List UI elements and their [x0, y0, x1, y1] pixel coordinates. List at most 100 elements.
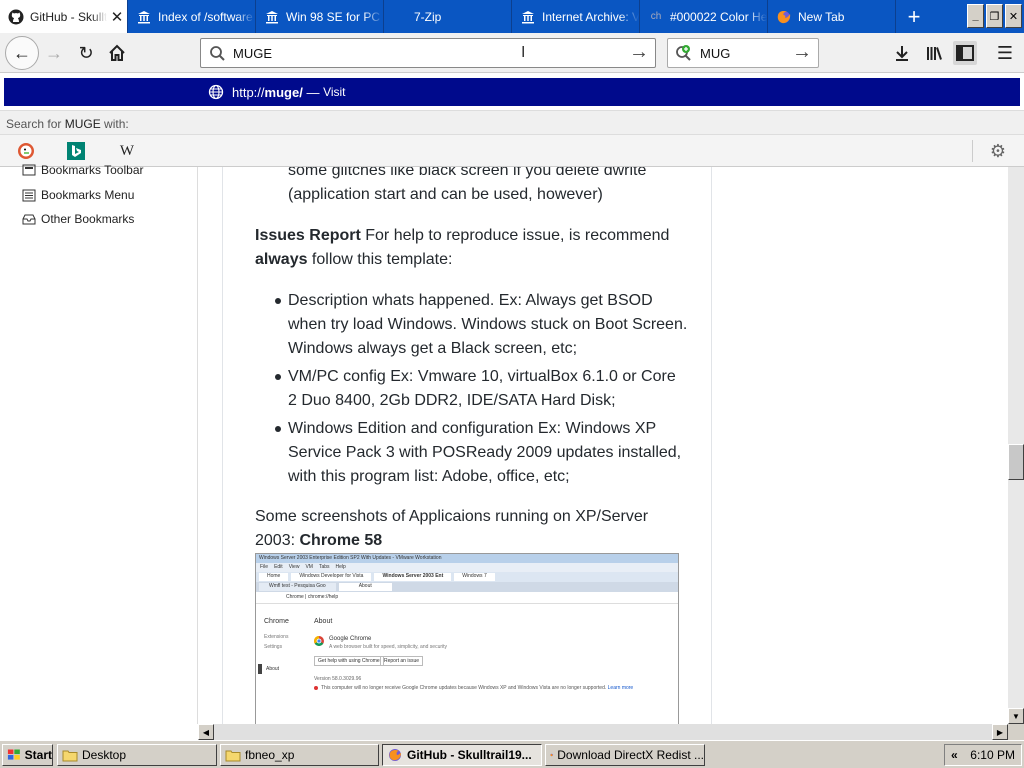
chrome-version: Version 58.0.3029.96: [314, 676, 362, 682]
taskbar-item-github[interactable]: GitHub - Skulltrail19...: [382, 744, 542, 766]
visit-separator: —: [302, 84, 324, 100]
browser-icon: [389, 749, 401, 761]
sidebar-item-bookmarks-menu[interactable]: Bookmarks Menu: [22, 188, 134, 202]
chrome-left-item: Extensions: [264, 634, 289, 640]
scroll-down-button[interactable]: ▼: [1008, 708, 1024, 724]
visit-url-prefix: http://: [232, 84, 265, 100]
globe-icon: [208, 84, 224, 100]
duckduckgo-icon[interactable]: [17, 142, 35, 160]
scroll-thumb[interactable]: [1008, 444, 1024, 480]
tab-label: GitHub - Skulltrail19: [30, 9, 107, 24]
search-input-value[interactable]: MUG: [700, 46, 730, 61]
tab-label: New Tab: [798, 9, 845, 24]
chrome-left-item: Settings: [264, 644, 283, 650]
restore-button[interactable]: ❐: [986, 4, 1003, 28]
dropdown-visit-row[interactable]: http://muge/ — Visit: [4, 78, 1020, 106]
plus-icon: +: [907, 3, 921, 29]
divider: [972, 140, 973, 162]
search-settings-gear-icon[interactable]: ⚙: [989, 141, 1007, 161]
home-button[interactable]: [105, 41, 129, 65]
window-controls: _ ❐ ✕: [967, 4, 1024, 28]
wikipedia-icon[interactable]: W: [118, 142, 136, 160]
go-arrow-icon[interactable]: →: [792, 41, 812, 64]
tab-new-tab[interactable]: New Tab: [768, 0, 896, 33]
archive-icon: [520, 9, 536, 25]
chrome-screenshot-image[interactable]: Windows Server 2003 Enterprise Edition S…: [255, 553, 679, 724]
vm-menu: Help: [335, 564, 346, 570]
minimize-button[interactable]: _: [967, 4, 984, 28]
sidebar-toggle-button[interactable]: [953, 41, 977, 65]
horizontal-scrollbar[interactable]: ◀ ▶: [198, 724, 1008, 740]
close-icon[interactable]: ✕: [107, 8, 127, 26]
nav-bar: ← → ↻ MUGE I → MUG → ☰: [0, 33, 1024, 73]
url-bar[interactable]: MUGE I →: [200, 38, 656, 68]
chrome-logo-icon: [314, 636, 324, 646]
vm-menubar: File Edit View VM Tabs Help: [256, 563, 678, 572]
back-button[interactable]: ←: [5, 36, 39, 70]
search-bar[interactable]: MUG →: [667, 38, 819, 68]
sidebar-item-bookmarks-toolbar[interactable]: Bookmarks Toolbar: [22, 163, 144, 177]
vm-menu: Tabs: [318, 564, 330, 570]
folder-icon: [62, 750, 78, 762]
forward-arrow-icon: →: [45, 42, 63, 63]
tab-label: Index of /software: [158, 9, 253, 24]
close-button[interactable]: ✕: [1005, 4, 1022, 28]
github-icon: [8, 9, 24, 25]
chrome-address-path: chrome://help: [307, 594, 339, 600]
tab-7zip[interactable]: 7-Zip: [384, 0, 512, 33]
sidebar-item-other-bookmarks[interactable]: Other Bookmarks: [22, 212, 134, 226]
tab-color-hex[interactable]: ch #000022 Color He: [640, 0, 768, 33]
chrome-about-heading: About: [314, 618, 333, 625]
chrome-warning-line: This computer will no longer receive Goo…: [321, 685, 633, 691]
visit-url-host: muge/: [264, 84, 303, 100]
tray-expand-button[interactable]: «: [951, 748, 958, 762]
scroll-right-button[interactable]: ▶: [992, 724, 1008, 740]
hamburger-icon: ☰: [996, 42, 1014, 63]
new-tab-button[interactable]: +: [896, 0, 932, 33]
search-for-suffix: with:: [100, 117, 129, 131]
scroll-corner: [1008, 724, 1024, 740]
tab-index-software[interactable]: Index of /software: [128, 0, 256, 33]
start-button[interactable]: Start: [2, 744, 53, 766]
menu-button[interactable]: ☰: [993, 41, 1017, 65]
url-input-value[interactable]: MUGE: [233, 46, 272, 61]
windows-logo-icon: [7, 749, 20, 760]
vm-tab: Windows Developer for Vista: [291, 573, 372, 581]
screenshots-paragraph: Some screenshots of Applicaions running …: [255, 505, 665, 553]
scroll-left-button[interactable]: ◀: [198, 724, 214, 740]
forward-button[interactable]: →: [42, 41, 66, 65]
back-arrow-icon: ←: [13, 42, 31, 63]
taskbar-item-directx[interactable]: Download DirectX Redist ...: [545, 744, 705, 766]
archive-icon: [136, 9, 152, 25]
chrome-warning: This computer will no longer receive Goo…: [321, 685, 607, 691]
bing-icon[interactable]: [67, 142, 85, 160]
library-button[interactable]: [922, 41, 946, 65]
sidebar-icon: [956, 45, 974, 61]
download-icon: [896, 46, 908, 61]
issues-heading: Issues Report: [255, 227, 361, 244]
taskbar-item-label: Download DirectX Redist ...: [557, 748, 704, 762]
go-arrow-icon[interactable]: →: [629, 41, 649, 64]
clock: 6:10 PM: [970, 748, 1015, 762]
tab-win98[interactable]: Win 98 SE for PC: [256, 0, 384, 33]
chrome-learn-more: Learn more: [607, 685, 634, 691]
text-cursor-icon: I: [521, 44, 526, 61]
start-label: Start: [24, 748, 52, 762]
taskbar-item-fbneo[interactable]: fbneo_xp: [220, 744, 379, 766]
list-item: Description whats happened. Ex: Always g…: [275, 289, 688, 361]
list-item: VM/PC config Ex: Vmware 10, virtualBox 6…: [275, 365, 688, 413]
menu-list-icon: [22, 189, 36, 201]
browser-icon: [550, 753, 553, 757]
vm-tab: Windows 7: [454, 573, 495, 581]
always-bold: always: [255, 251, 308, 268]
taskbar-item-desktop[interactable]: Desktop: [57, 744, 217, 766]
vertical-scrollbar[interactable]: ▼: [1008, 167, 1024, 724]
tab-github[interactable]: GitHub - Skulltrail19 ✕: [0, 0, 128, 33]
downloads-button[interactable]: [890, 41, 914, 65]
reload-button[interactable]: ↻: [74, 41, 98, 65]
taskbar: Start Desktop fbneo_xp GitHub - Skulltra…: [0, 740, 1024, 768]
vm-tab: Windows Server 2003 Ent: [374, 573, 452, 581]
blank-page-icon: [392, 9, 408, 25]
tab-internet-archive[interactable]: Internet Archive: V: [512, 0, 640, 33]
text-line: some glitches like black screen if you d…: [288, 167, 647, 179]
